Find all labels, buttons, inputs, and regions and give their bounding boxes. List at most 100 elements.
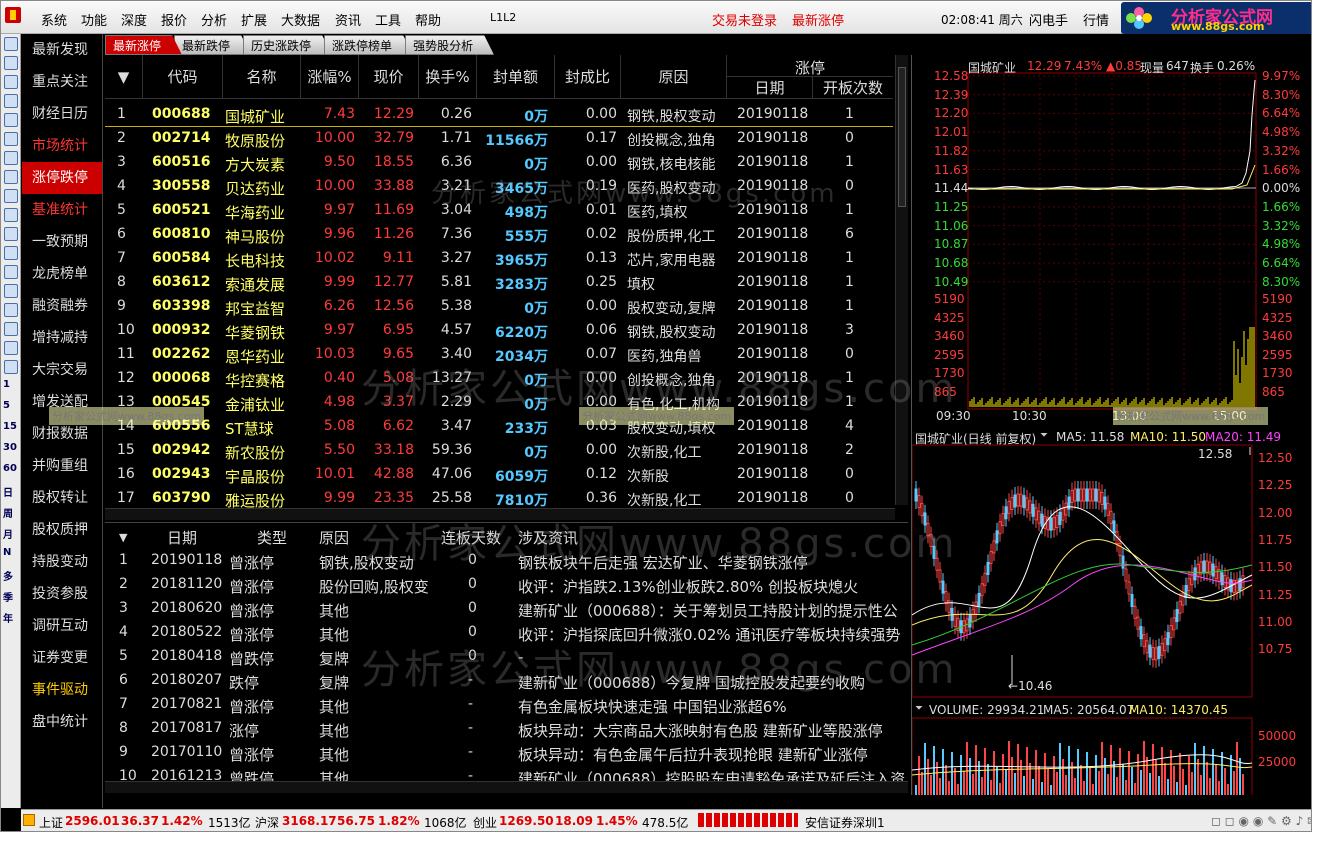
- table-row[interactable]: 9 603398 邦宝益智 6.26 12.56 5.38 0万 0.00 股权变动,复牌 201…: [105, 295, 893, 319]
- menu-item[interactable]: 帮助: [415, 10, 455, 29]
- history-row[interactable]: 1 20190118 曾涨停 钢铁,股权变动 0 钢铁板块午后走强 宏达矿业、华菱钢铁涨停: [105, 549, 908, 573]
- hcol-days[interactable]: 连板天数: [441, 527, 501, 548]
- history-row[interactable]: 6 20180207 跌停 复牌 - 建新矿业（000688）今复牌 国城控股发起要约收购: [105, 669, 908, 693]
- table-row[interactable]: 16 002943 宇晶股份 10.01 42.88 47.06 6059万 0.12 次新股 2…: [105, 463, 893, 487]
- tab[interactable]: 最新跌停: [174, 35, 251, 55]
- hcol-date[interactable]: 日期: [167, 527, 197, 548]
- history-row[interactable]: 5 20180418 曾跌停 复牌 0 -: [105, 645, 908, 669]
- trade-status-link[interactable]: 交易未登录: [712, 10, 777, 29]
- col-pct[interactable]: 涨幅%: [301, 55, 359, 99]
- daily-dropdown-icon[interactable]: ⏷: [1040, 430, 1048, 441]
- menu-item[interactable]: 深度: [121, 10, 161, 29]
- toolbar-icon[interactable]: [4, 322, 18, 336]
- nav-item[interactable]: 财经日历: [22, 98, 102, 130]
- toolbar-icon[interactable]: [4, 265, 18, 279]
- table-row[interactable]: 12 000068 华控赛格 0.40 5.08 13.27 0万 0.00 创投概念,独角 20…: [105, 367, 893, 391]
- table-row[interactable]: 8 603612 索通发展 9.99 12.77 5.81 3283万 0.25 填权 20190…: [105, 271, 893, 295]
- chart-canvas[interactable]: [912, 55, 1311, 795]
- table-row[interactable]: 14 600556 ST慧球 5.08 6.62 3.47 233万 0.03 股权变动,填权 2…: [105, 415, 893, 439]
- nav-item[interactable]: 持股变动: [22, 546, 102, 578]
- nav-item[interactable]: 盘中统计: [22, 706, 102, 738]
- history-sort-icon[interactable]: ▼: [119, 531, 127, 544]
- status-tool-icons[interactable]: ◻ ◻ ◉ ◉ ✎ ⚙ ♪ ✉: [1211, 814, 1311, 828]
- period-button[interactable]: 5: [3, 400, 17, 420]
- latest-limit-up-link[interactable]: 最新涨停: [792, 10, 844, 29]
- toolbar-icon[interactable]: [4, 303, 18, 317]
- hcol-reason[interactable]: 原因: [319, 527, 349, 548]
- col-name[interactable]: 名称: [223, 55, 301, 99]
- history-hscrollbar[interactable]: [105, 781, 908, 793]
- nav-item[interactable]: 龙虎榜单: [22, 258, 102, 290]
- col-ratio[interactable]: 封成比: [555, 55, 621, 99]
- market-icon[interactable]: [23, 814, 35, 826]
- menu-item[interactable]: 报价: [161, 10, 201, 29]
- history-row[interactable]: 7 20170821 曾涨停 其他 - 有色金属板块快速走强 中国铝业涨超6%: [105, 693, 908, 717]
- nav-item[interactable]: 最新发现: [22, 34, 102, 66]
- menu-item[interactable]: 工具: [375, 10, 415, 29]
- table-row[interactable]: 5 600521 华海药业 9.97 11.69 3.04 498万 0.01 医药,填权 201…: [105, 199, 893, 223]
- horizontal-scrollbar[interactable]: [105, 508, 895, 520]
- toolbar-icon[interactable]: [4, 56, 18, 70]
- col-code[interactable]: 代码: [143, 55, 223, 99]
- period-button[interactable]: 年: [3, 610, 17, 630]
- toolbar-icon[interactable]: [4, 341, 18, 355]
- tab[interactable]: 历史涨跌停: [243, 35, 332, 55]
- vertical-scrollbar[interactable]: [895, 55, 908, 505]
- menu-item[interactable]: 功能: [81, 10, 121, 29]
- tab[interactable]: 强势股分析: [405, 35, 494, 55]
- toolbar-icon[interactable]: [4, 227, 18, 241]
- table-row[interactable]: 13 000545 金浦钛业 4.98 3.37 2.29 0万 0.00 有色,化工,机构 20…: [105, 391, 893, 415]
- table-row[interactable]: 1 000688 国城矿业 7.43 12.29 0.26 0万 0.00 钢铁,股权变动 201…: [105, 103, 893, 127]
- toolbar-icon[interactable]: [4, 360, 18, 374]
- history-row[interactable]: 8 20170817 涨停 其他 - 板块异动：大宗商品大涨映射有色股 建新矿业等股涨停: [105, 717, 908, 741]
- table-row[interactable]: 7 600584 长电科技 10.02 9.11 3.27 3965万 0.13 芯片,家用电器…: [105, 247, 893, 271]
- period-button[interactable]: 多: [3, 568, 17, 588]
- nav-item[interactable]: 事件驱动: [22, 674, 102, 706]
- hcol-type[interactable]: 类型: [257, 527, 287, 548]
- period-button[interactable]: 季: [3, 589, 17, 609]
- toolbar-icon[interactable]: [4, 246, 18, 260]
- tab[interactable]: 最新涨停: [105, 35, 182, 55]
- nav-item[interactable]: 投资参股: [22, 578, 102, 610]
- menu-item[interactable]: 分析: [201, 10, 241, 29]
- tab[interactable]: 涨跌停榜单: [324, 35, 413, 55]
- period-button[interactable]: 日: [3, 484, 17, 504]
- toolbar-icon[interactable]: [4, 94, 18, 108]
- toolbar-icon[interactable]: [4, 151, 18, 165]
- nav-item[interactable]: 基准统计: [22, 194, 102, 226]
- period-button[interactable]: 月: [3, 526, 17, 546]
- nav-item[interactable]: 证券变更: [22, 642, 102, 674]
- col-price[interactable]: 现价: [359, 55, 419, 99]
- period-button[interactable]: 60: [3, 463, 17, 483]
- nav-item[interactable]: 市场统计: [22, 130, 102, 162]
- flash-trade-button[interactable]: 闪电手: [1029, 10, 1068, 29]
- period-button[interactable]: 30: [3, 442, 17, 462]
- period-button[interactable]: 1: [3, 379, 17, 399]
- toolbar-icon[interactable]: [4, 75, 18, 89]
- scroll-thumb[interactable]: [898, 67, 906, 207]
- col-open-count[interactable]: 开板次数: [813, 77, 893, 98]
- hcol-info[interactable]: 涉及资讯: [518, 527, 578, 548]
- nav-item[interactable]: 并购重组: [22, 450, 102, 482]
- nav-item[interactable]: 涨停跌停: [22, 162, 102, 194]
- col-seal[interactable]: 封单额: [477, 55, 555, 99]
- toolbar-icon[interactable]: [4, 113, 18, 127]
- nav-item[interactable]: 股权转让: [22, 482, 102, 514]
- table-row[interactable]: 4 300558 贝达药业 10.00 33.88 3.21 3465万 0.19 医药,股权变…: [105, 175, 893, 199]
- nav-item[interactable]: 融资融券: [22, 290, 102, 322]
- table-row[interactable]: 11 002262 恩华药业 10.03 9.65 3.40 2034万 0.07 医药,独角兽…: [105, 343, 893, 367]
- toolbar-icon[interactable]: [4, 189, 18, 203]
- history-row[interactable]: 2 20181120 曾涨停 股份回购,股权变 0 收评：沪指跌2.13%创业板跌2.80…: [105, 573, 908, 597]
- table-row[interactable]: 3 600516 方大炭素 9.50 18.55 6.36 0万 0.00 钢铁,核电核能 201…: [105, 151, 893, 175]
- period-button[interactable]: N: [3, 547, 17, 567]
- nav-item[interactable]: 重点关注: [22, 66, 102, 98]
- toolbar-icon[interactable]: [4, 284, 18, 298]
- volume-dropdown-icon[interactable]: ⏷: [915, 703, 923, 714]
- history-row[interactable]: 3 20180620 曾涨停 其他 0 建新矿业（000688）：关于筹划员工持股计划的提…: [105, 597, 908, 621]
- menu-item[interactable]: 扩展: [241, 10, 281, 29]
- nav-item[interactable]: 股权质押: [22, 514, 102, 546]
- table-row[interactable]: 15 002942 新农股份 5.50 33.18 59.36 0万 0.00 次新股,化工 20…: [105, 439, 893, 463]
- toolbar-icon[interactable]: [4, 170, 18, 184]
- menu-item[interactable]: 系统: [41, 10, 81, 29]
- toolbar-icon[interactable]: [4, 208, 18, 222]
